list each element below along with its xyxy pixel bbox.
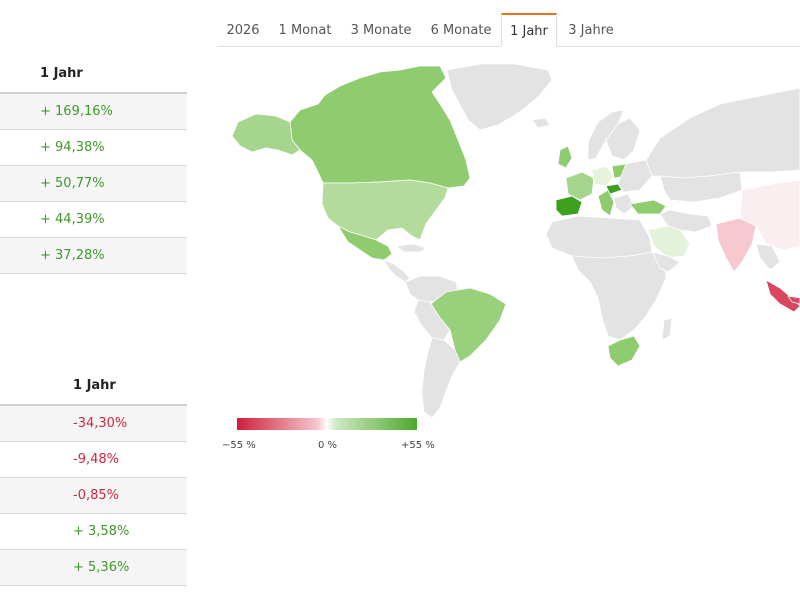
- turkey: [629, 199, 667, 215]
- central-america: [383, 259, 411, 283]
- tab-1-jahr[interactable]: 1 Jahr: [501, 13, 557, 47]
- central-africa: [571, 251, 667, 341]
- legend-max-label: +55 %: [401, 440, 435, 451]
- italy: [597, 189, 615, 217]
- table-row[interactable]: + 94,38%: [0, 130, 187, 166]
- caribbean: [395, 243, 427, 253]
- performance-value: -9,48%: [73, 452, 119, 467]
- madagascar: [661, 317, 673, 341]
- germany: [591, 165, 615, 187]
- performance-value: -34,30%: [73, 416, 128, 431]
- tab-1-monat[interactable]: 1 Monat: [269, 14, 341, 46]
- world-performance-map: [231, 63, 800, 419]
- argentina-chile: [421, 337, 461, 419]
- flop-performers-table: 1 Jahr -34,30% -9,48% -0,85% + 3,58% + 5…: [0, 368, 187, 586]
- column-header-1-jahr: 1 Jahr: [40, 66, 83, 81]
- alaska: [231, 113, 301, 156]
- table-header: 1 Jahr: [0, 56, 187, 94]
- india: [715, 217, 757, 273]
- canada: [289, 65, 471, 189]
- color-scale-legend: [237, 418, 417, 430]
- table-row[interactable]: + 169,16%: [0, 94, 187, 130]
- column-header-1-jahr: 1 Jahr: [73, 378, 116, 393]
- performance-value: + 50,77%: [40, 176, 105, 191]
- performance-value: + 5,36%: [73, 560, 130, 575]
- north-africa: [545, 215, 653, 259]
- tab-2026[interactable]: 2026: [217, 14, 269, 46]
- table-row[interactable]: + 44,39%: [0, 202, 187, 238]
- table-row[interactable]: -9,48%: [0, 442, 187, 478]
- table-row[interactable]: + 5,36%: [0, 550, 187, 586]
- table-row[interactable]: -0,85%: [0, 478, 187, 514]
- top-performers-table: 1 Jahr + 169,16% + 94,38% + 50,77% + 44,…: [0, 56, 187, 274]
- performance-value: -0,85%: [73, 488, 119, 503]
- performance-value: + 169,16%: [40, 104, 113, 119]
- legend-mid-label: 0 %: [318, 440, 338, 451]
- south-africa: [607, 335, 641, 367]
- legend-min-label: −55 %: [222, 440, 256, 451]
- performance-value: + 37,28%: [40, 248, 105, 263]
- table-header: 1 Jahr: [0, 368, 187, 406]
- iceland: [531, 117, 551, 129]
- tab-6-monate[interactable]: 6 Monate: [421, 14, 501, 46]
- performance-value: + 94,38%: [40, 140, 105, 155]
- tab-3-monate[interactable]: 3 Monate: [341, 14, 421, 46]
- performance-value: + 3,58%: [73, 524, 130, 539]
- united-kingdom: [557, 145, 573, 169]
- table-row[interactable]: -34,30%: [0, 406, 187, 442]
- russia: [645, 87, 800, 179]
- table-row[interactable]: + 37,28%: [0, 238, 187, 274]
- table-row[interactable]: + 50,77%: [0, 166, 187, 202]
- tab-3-jahre[interactable]: 3 Jahre: [557, 14, 625, 46]
- france: [565, 171, 595, 201]
- period-tabs: 2026 1 Monat 3 Monate 6 Monate 1 Jahr 3 …: [217, 13, 800, 47]
- southeast-asia: [755, 243, 781, 271]
- performance-value: + 44,39%: [40, 212, 105, 227]
- table-row[interactable]: + 3,58%: [0, 514, 187, 550]
- indonesia: [765, 279, 800, 313]
